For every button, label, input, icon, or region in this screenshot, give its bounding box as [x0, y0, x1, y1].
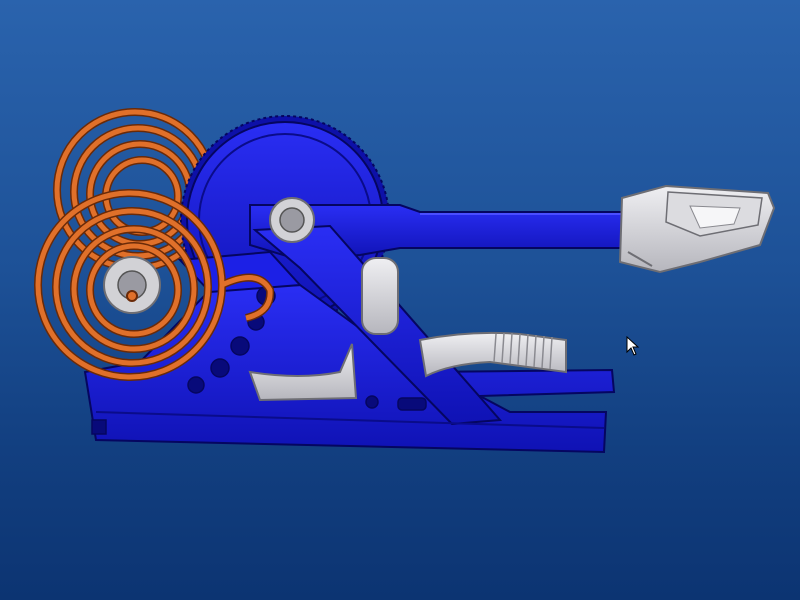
cad-3d-viewport[interactable] — [0, 0, 800, 600]
spring-center-pin — [126, 290, 138, 302]
bearing-center — [269, 197, 315, 243]
bucket — [618, 184, 776, 274]
arrow-cursor-icon — [626, 335, 640, 361]
trigger-lever — [418, 331, 567, 378]
catapult-mechanism-model[interactable] — [0, 0, 800, 600]
bearing-spring-hub — [103, 256, 161, 314]
